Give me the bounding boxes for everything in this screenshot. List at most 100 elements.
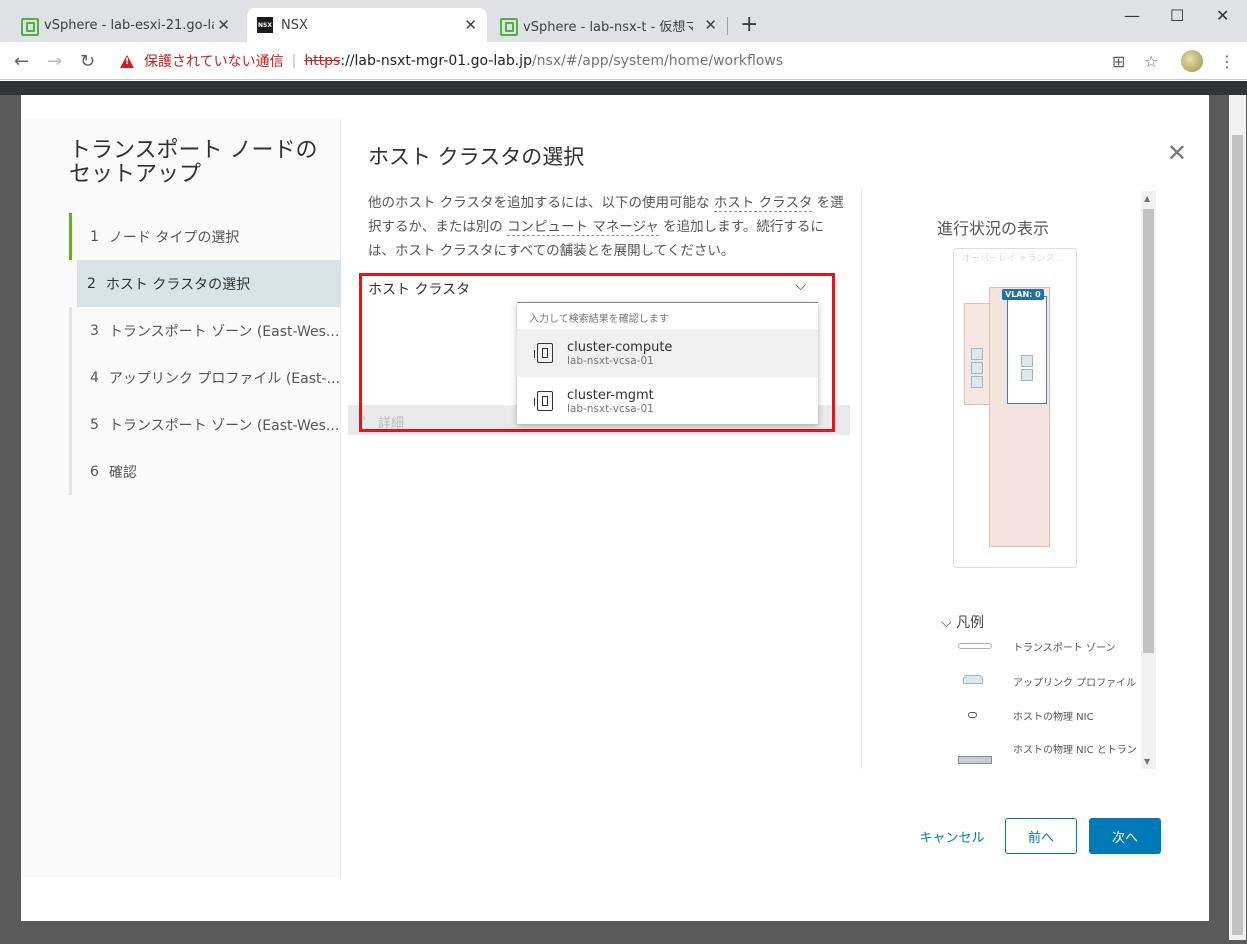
security-status[interactable]: 保護されていない通信	[144, 51, 284, 71]
vlan-tag: VLAN: 0	[1002, 289, 1044, 300]
scroll-up-icon[interactable]: ▲	[1144, 194, 1150, 203]
legend-item: ホストの物理 NIC とトラン	[1013, 745, 1137, 756]
legend-toggle[interactable]: ⌵ 凡例	[941, 612, 984, 632]
tab-title: vSphere - lab-esxi-21.go-lab.jp -	[44, 17, 214, 33]
host-cluster-link[interactable]: ホスト クラスタ	[713, 195, 813, 212]
progress-diagram: オーバーレイ トランス... VLAN: 0	[953, 248, 1077, 568]
step-number: 2	[87, 275, 96, 292]
url-scheme: https	[304, 53, 341, 69]
physical-nic-transport-legend-icon	[958, 756, 992, 764]
step-number: 4	[90, 369, 99, 386]
wizard-title: トランスポート ノードのセットアップ	[69, 138, 318, 187]
page-scrollbar[interactable]	[1229, 95, 1246, 940]
page-title: ホスト クラスタの選択	[368, 145, 585, 169]
option-sub: lab-nsxt-vcsa-01	[567, 354, 654, 367]
menu-kebab-icon[interactable]: ⋮	[1219, 52, 1235, 71]
uplink-profile-legend-icon	[963, 675, 983, 684]
nic-icon	[971, 376, 983, 388]
scrollbar-thumb[interactable]	[1232, 135, 1243, 935]
nic-icon	[971, 348, 983, 360]
translate-icon[interactable]: ⊞	[1112, 52, 1125, 71]
maximize-icon[interactable]: ☐	[1170, 6, 1184, 25]
cluster-icon	[534, 390, 555, 412]
url-divider: |	[291, 53, 297, 69]
overlay-switch-box	[964, 303, 990, 405]
wizard-content: ホスト クラスタの選択 ✕ 他のホスト クラスタを追加するには、以下の使用可能な…	[341, 119, 1209, 877]
next-button[interactable]: 次へ	[1089, 818, 1161, 854]
vlan-switch-box	[1007, 296, 1047, 404]
wizard-modal: トランスポート ノードのセットアップ 1 ノード タイプの選択 2 ホスト クラスタ…	[21, 95, 1209, 921]
wizard-step-5[interactable]: 5 トランスポート ゾーン (East-Wes...	[69, 401, 341, 448]
new-tab-plus-icon[interactable]: +	[740, 14, 758, 36]
pane-divider	[861, 189, 862, 769]
tab-title: vSphere - lab-nsx-t - 仮想マシン	[523, 19, 693, 35]
bookmark-star-icon[interactable]: ☆	[1144, 52, 1158, 71]
vsphere-favicon-icon	[499, 17, 518, 36]
browser-tab-vsphere-esxi[interactable]: vSphere - lab-esxi-21.go-lab.jp - ✕	[8, 8, 240, 42]
cluster-icon	[534, 342, 555, 364]
tab-separator	[727, 17, 728, 35]
step-label: ホスト クラスタの選択	[105, 276, 251, 293]
uplink-icon	[1021, 355, 1033, 367]
legend-title: 凡例	[956, 615, 985, 631]
address-bar[interactable]: 保護されていない通信 | https ://lab-nsxt-mgr-01.go…	[110, 46, 1140, 76]
browser-tab-nsx[interactable]: NSX NSX ✕	[247, 8, 487, 42]
compute-manager-link[interactable]: コンピュート マネージャ	[507, 219, 659, 236]
step-number: 5	[90, 416, 99, 433]
uplink-icon	[1021, 369, 1033, 381]
close-icon[interactable]: ✕	[464, 16, 477, 34]
transport-zone-legend-icon	[958, 643, 992, 649]
url-path: /nsx/#/app/system/home/workflows	[531, 53, 784, 69]
progress-title: 進行状況の表示	[937, 219, 1050, 238]
close-icon[interactable]: ✕	[1167, 141, 1187, 165]
legend-item: トランスポート ゾーン	[1013, 643, 1116, 654]
window-close-icon[interactable]: ✕	[1216, 6, 1229, 25]
app-header-bar	[0, 81, 1247, 95]
dropdown-option-cluster-mgmt[interactable]: cluster-mgmt lab-nsxt-vcsa-01	[517, 377, 818, 425]
warning-icon	[120, 54, 134, 68]
step-label: アップリンク プロファイル (East-...	[108, 370, 340, 387]
dropdown-option-cluster-compute[interactable]: cluster-compute lab-nsxt-vcsa-01	[517, 329, 818, 377]
wizard-step-6[interactable]: 6 確認	[69, 448, 341, 495]
close-icon[interactable]: ✕	[704, 16, 717, 34]
option-name: cluster-compute	[567, 339, 673, 355]
step-label: 確認	[108, 464, 137, 481]
previous-button[interactable]: 前へ	[1005, 818, 1077, 854]
wizard-step-1[interactable]: 1 ノード タイプの選択	[69, 213, 341, 260]
physical-nic-legend-icon	[968, 712, 977, 718]
back-arrow-icon[interactable]: ←	[14, 51, 29, 72]
cancel-button[interactable]: キャンセル	[911, 818, 993, 854]
step-label: トランスポート ゾーン (East-Wes...	[108, 417, 340, 434]
nic-icon	[971, 362, 983, 374]
forward-arrow-icon[interactable]: →	[47, 51, 62, 72]
browser-tab-strip: vSphere - lab-esxi-21.go-lab.jp - ✕ NSX …	[0, 0, 1247, 42]
step-number: 1	[90, 228, 99, 245]
wizard-step-3[interactable]: 3 トランスポート ゾーン (East-Wes...	[69, 307, 341, 354]
minimize-icon[interactable]: —	[1124, 6, 1140, 25]
vsphere-favicon-icon	[20, 17, 39, 36]
wizard-sidebar: トランスポート ノードのセットアップ 1 ノード タイプの選択 2 ホスト クラスタ…	[21, 119, 341, 877]
description-text: 他のホスト クラスタを追加するには、以下の使用可能な ホスト クラスタ を選択す…	[368, 191, 848, 263]
desc-text: 他のホスト クラスタを追加するには、以下の使用可能な	[368, 195, 714, 211]
step-label: トランスポート ゾーン (East-Wes...	[108, 323, 340, 340]
step-label: ノード タイプの選択	[108, 229, 240, 246]
url-host: ://lab-nsxt-mgr-01.go-lab.jp	[340, 53, 532, 69]
scrollbar-thumb[interactable]	[1143, 209, 1154, 653]
search-hint[interactable]: 入力して検索結果を確認します	[517, 303, 818, 329]
step-number: 6	[90, 463, 99, 480]
option-sub: lab-nsxt-vcsa-01	[567, 402, 654, 415]
browser-tab-vsphere-nsx[interactable]: vSphere - lab-nsx-t - 仮想マシン ✕	[487, 8, 727, 42]
host-cluster-dropdown: 入力して検索結果を確認します cluster-compute lab-nsxt-…	[517, 302, 818, 424]
nsx-favicon-icon: NSX	[257, 17, 273, 33]
option-name: cluster-mgmt	[567, 387, 654, 403]
wizard-step-2[interactable]: 2 ホスト クラスタの選択	[77, 260, 341, 307]
wizard-step-4[interactable]: 4 アップリンク プロファイル (East-...	[69, 354, 341, 401]
browser-toolbar: ← → ↻ 保護されていない通信 | https ://lab-nsxt-mgr…	[0, 42, 1247, 80]
close-icon[interactable]: ✕	[217, 16, 230, 34]
reload-icon[interactable]: ↻	[80, 51, 95, 72]
tab-title: NSX	[281, 17, 308, 33]
profile-avatar[interactable]	[1181, 50, 1203, 72]
step-number: 3	[90, 322, 99, 339]
scroll-down-icon[interactable]: ▼	[1144, 757, 1150, 766]
progress-pane-scrollbar[interactable]: ▲ ▼	[1141, 191, 1156, 769]
